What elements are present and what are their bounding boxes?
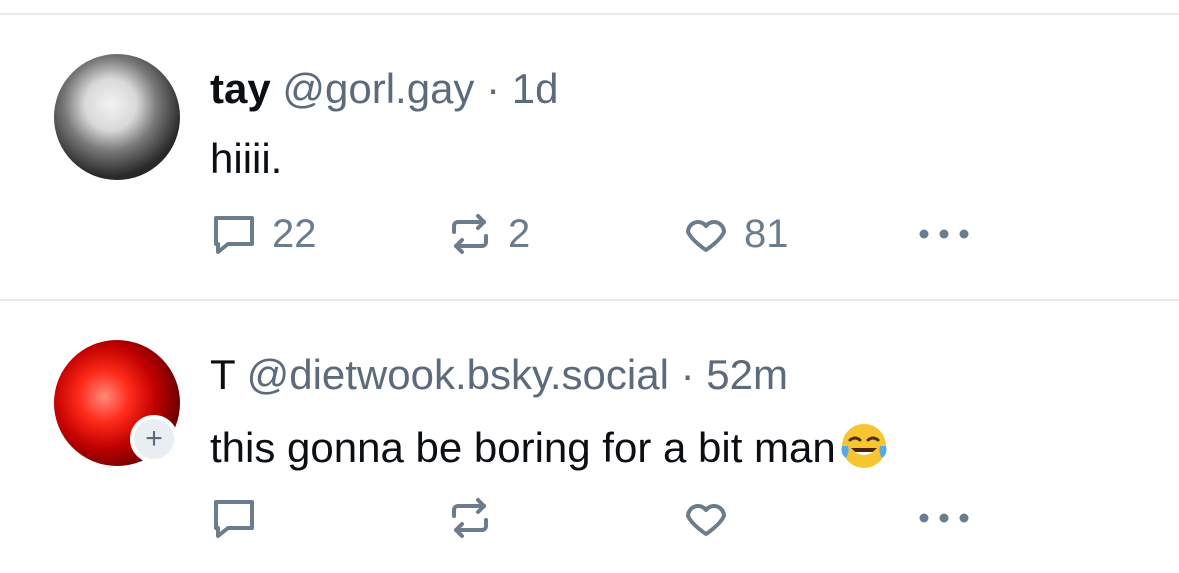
repost-button[interactable]: 2 [446,210,530,258]
more-options-button[interactable] [916,222,972,246]
reply-button[interactable] [210,494,272,542]
post-text: this gonna be boring for a bit man [210,424,836,471]
repost-button[interactable] [446,494,508,542]
post-header: tay @gorl.gay · 1d [210,68,559,110]
like-count: 81 [744,212,789,256]
more-options-icon [916,506,972,530]
display-name[interactable]: T [210,351,235,398]
handle[interactable]: @dietwook.bsky.social [247,351,669,398]
separator: · [486,65,501,112]
reply-icon [210,494,258,542]
repost-icon [446,494,494,542]
more-options-icon [916,222,972,246]
like-icon [682,210,730,258]
reply-button[interactable]: 22 [210,210,317,258]
display-name[interactable]: tay [210,65,271,112]
face-with-tears-of-joy-icon [838,420,890,472]
separator: · [680,351,695,398]
top-divider [0,13,1179,15]
like-button[interactable] [682,494,744,542]
like-button[interactable]: 81 [682,210,789,258]
like-icon [682,494,730,542]
reply-icon [210,210,258,258]
timestamp[interactable]: 52m [706,351,788,398]
post-text-row: this gonna be boring for a bit man [210,420,890,472]
avatar[interactable] [54,54,180,180]
post-divider [0,299,1179,301]
repost-icon [446,210,494,258]
plus-icon: + [145,422,163,455]
reply-count: 22 [272,212,317,256]
handle[interactable]: @gorl.gay [282,65,474,112]
post-header: T @dietwook.bsky.social · 52m [210,354,788,396]
more-options-button[interactable] [916,506,972,530]
post-text: hiiii. [210,135,283,182]
repost-count: 2 [508,212,531,256]
follow-button[interactable]: + [130,415,178,463]
timestamp[interactable]: 1d [512,65,559,112]
